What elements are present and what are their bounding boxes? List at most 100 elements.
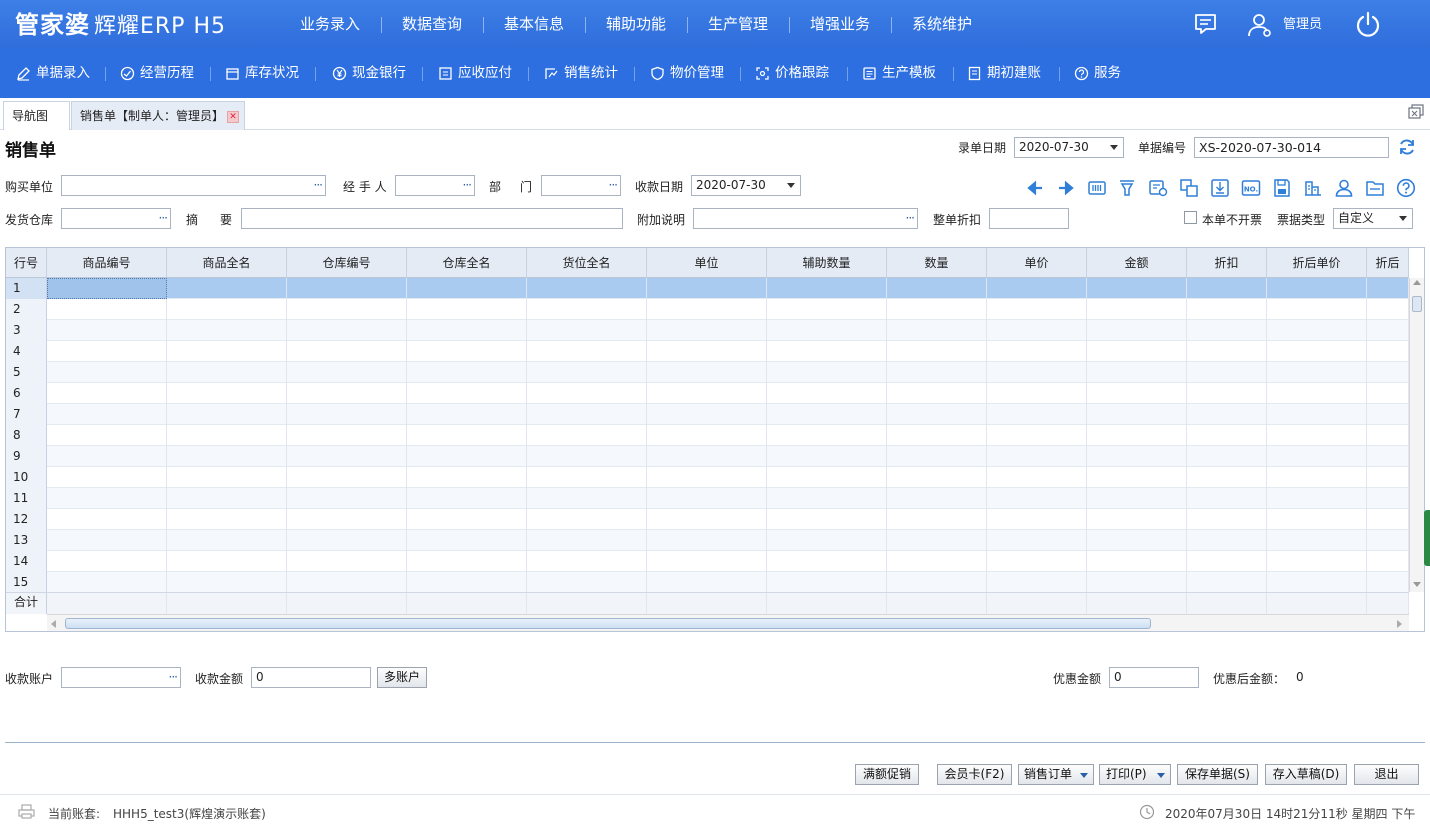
horizontal-scrollbar[interactable] (47, 614, 1409, 631)
table-cell[interactable] (887, 425, 987, 446)
table-cell[interactable] (1187, 530, 1267, 551)
vertical-scrollbar[interactable] (1409, 278, 1424, 592)
column-header[interactable]: 商品全名 (167, 248, 287, 278)
sub-nav-opening-accounts[interactable]: 期初建账 (967, 49, 1041, 98)
table-cell[interactable] (1267, 509, 1367, 530)
sub-nav-service[interactable]: 服务 (1074, 49, 1121, 98)
table-cell[interactable] (647, 446, 767, 467)
table-cell[interactable] (987, 320, 1087, 341)
table-cell[interactable] (527, 488, 647, 509)
table-cell[interactable] (647, 530, 767, 551)
table-cell[interactable] (887, 446, 987, 467)
table-cell[interactable] (767, 488, 887, 509)
table-cell[interactable] (167, 362, 287, 383)
table-cell[interactable] (1087, 299, 1187, 320)
table-cell[interactable] (647, 404, 767, 425)
table-cell[interactable] (1267, 320, 1367, 341)
table-cell[interactable] (1367, 320, 1409, 341)
column-header[interactable]: 单位 (647, 248, 767, 278)
table-cell[interactable] (47, 362, 167, 383)
table-cell[interactable] (767, 572, 887, 593)
table-cell[interactable] (1367, 530, 1409, 551)
amount-input[interactable]: 0 (251, 667, 371, 688)
chart-icon[interactable] (1303, 178, 1323, 198)
table-cell[interactable] (407, 467, 527, 488)
table-cell[interactable] (1187, 383, 1267, 404)
table-cell[interactable] (987, 341, 1087, 362)
table-cell[interactable] (887, 383, 987, 404)
scroll-right-icon[interactable] (1397, 620, 1402, 628)
save-draft-button[interactable]: 存入草稿(D) (1265, 764, 1347, 785)
table-cell[interactable] (647, 362, 767, 383)
table-cell[interactable] (287, 572, 407, 593)
dept-input[interactable]: ··· (541, 175, 621, 196)
table-row[interactable]: 7 (6, 404, 1409, 425)
sales-order-button[interactable]: 销售订单 (1018, 764, 1094, 785)
user-name[interactable]: 管理员 (1283, 0, 1322, 49)
table-cell[interactable] (167, 383, 287, 404)
table-cell[interactable] (287, 488, 407, 509)
column-header[interactable]: 辅助数量 (767, 248, 887, 278)
table-cell[interactable] (1087, 467, 1187, 488)
table-cell[interactable] (767, 320, 887, 341)
table-cell[interactable] (1087, 404, 1187, 425)
table-cell[interactable] (987, 425, 1087, 446)
table-cell[interactable] (527, 278, 647, 299)
print-button[interactable]: 打印(P) (1099, 764, 1171, 785)
user-icon[interactable] (1247, 12, 1273, 41)
table-cell[interactable] (167, 320, 287, 341)
table-cell[interactable] (987, 383, 1087, 404)
sub-nav-cash-bank[interactable]: 现金银行 (332, 49, 406, 98)
table-cell[interactable] (167, 488, 287, 509)
table-cell[interactable] (767, 467, 887, 488)
table-cell[interactable] (407, 299, 527, 320)
ellipsis-icon[interactable]: ··· (159, 209, 169, 228)
table-cell[interactable] (1267, 530, 1367, 551)
sub-nav-receivable[interactable]: 应收应付 (438, 49, 512, 98)
table-cell[interactable] (287, 509, 407, 530)
table-cell[interactable] (287, 341, 407, 362)
table-cell[interactable] (1267, 467, 1367, 488)
table-cell[interactable] (527, 446, 647, 467)
table-cell[interactable] (987, 467, 1087, 488)
table-cell[interactable] (527, 341, 647, 362)
table-cell[interactable] (887, 530, 987, 551)
table-cell[interactable] (167, 425, 287, 446)
table-cell[interactable] (47, 488, 167, 509)
table-cell[interactable] (407, 551, 527, 572)
table-cell[interactable] (987, 551, 1087, 572)
table-row[interactable]: 3 (6, 320, 1409, 341)
table-cell[interactable] (167, 530, 287, 551)
table-cell[interactable] (1367, 383, 1409, 404)
table-cell[interactable] (1367, 467, 1409, 488)
table-cell[interactable] (407, 509, 527, 530)
table-cell[interactable] (887, 572, 987, 593)
power-icon[interactable] (1355, 11, 1381, 41)
table-cell[interactable] (1187, 341, 1267, 362)
table-cell[interactable] (1267, 425, 1367, 446)
table-cell[interactable] (1087, 551, 1187, 572)
sub-nav-history[interactable]: 经营历程 (120, 49, 194, 98)
main-nav-business-entry[interactable]: 业务录入 (300, 0, 360, 49)
ellipsis-icon[interactable]: ··· (609, 176, 619, 195)
column-header[interactable]: 折扣 (1187, 248, 1267, 278)
table-cell[interactable] (527, 467, 647, 488)
column-header[interactable]: 行号 (6, 248, 47, 278)
table-cell[interactable] (1187, 572, 1267, 593)
scroll-left-icon[interactable] (51, 620, 56, 628)
ellipsis-icon[interactable]: ··· (906, 209, 916, 228)
table-cell[interactable] (887, 299, 987, 320)
column-header[interactable]: 仓库全名 (407, 248, 527, 278)
table-cell[interactable] (647, 299, 767, 320)
ellipsis-icon[interactable]: ··· (314, 176, 324, 195)
table-cell[interactable] (1367, 278, 1409, 299)
column-header[interactable]: 货位全名 (527, 248, 647, 278)
discount-input[interactable] (989, 208, 1069, 229)
table-cell[interactable] (527, 362, 647, 383)
table-cell[interactable] (47, 341, 167, 362)
table-cell[interactable] (407, 425, 527, 446)
close-tab-icon[interactable]: ✕ (227, 111, 239, 123)
table-cell[interactable] (287, 404, 407, 425)
table-cell[interactable] (767, 383, 887, 404)
message-icon[interactable] (1193, 12, 1218, 39)
